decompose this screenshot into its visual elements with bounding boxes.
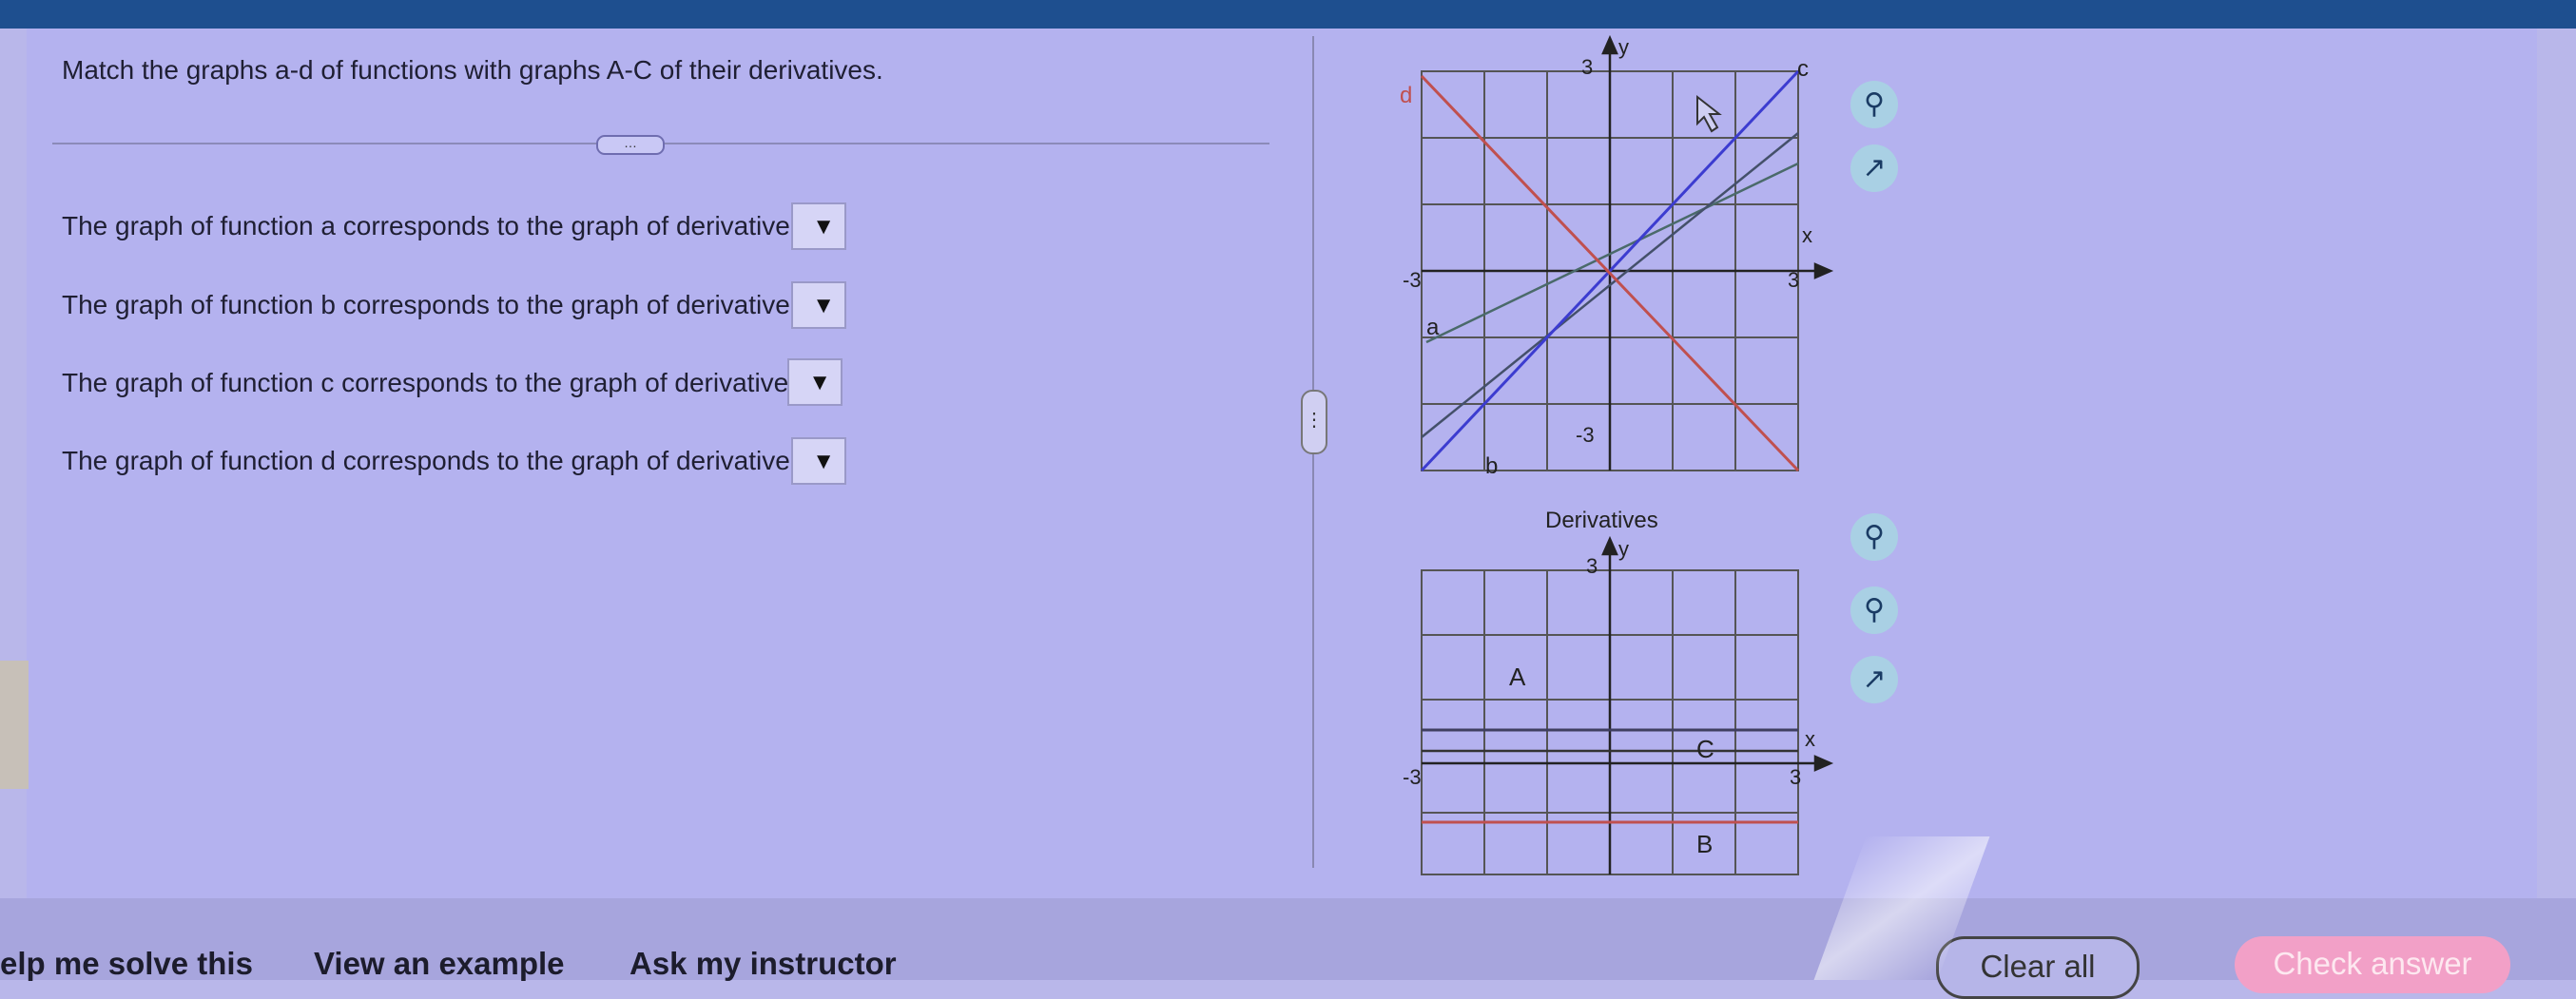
derivatives-axes xyxy=(1422,535,1834,874)
left-edge-strip xyxy=(0,661,29,789)
curve-label-a: a xyxy=(1426,315,1440,340)
derivative-label-B: B xyxy=(1696,830,1713,858)
zoom-out-icon[interactable]: ⚲ xyxy=(1850,586,1898,634)
popout-icon[interactable]: ↗ xyxy=(1850,144,1898,192)
view-example-link[interactable]: View an example xyxy=(314,946,565,982)
derivatives-y-top-tick: 3 xyxy=(1586,554,1598,578)
dropdown-d[interactable]: ▼ xyxy=(791,437,846,485)
functions-y-bottom-tick: -3 xyxy=(1576,423,1595,447)
derivatives-title: Derivatives xyxy=(1545,508,1658,533)
answer-row-b: The graph of function b corresponds to t… xyxy=(62,290,790,319)
answer-row-c: The graph of function c corresponds to t… xyxy=(62,368,789,397)
derivatives-x-left-tick: -3 xyxy=(1403,765,1422,789)
functions-y-top-tick: 3 xyxy=(1581,55,1593,79)
top-bar xyxy=(0,0,2576,29)
check-answer-button[interactable]: Check answer xyxy=(2235,936,2510,993)
question-instructions: Match the graphs a-d of functions with g… xyxy=(62,55,883,85)
zoom-in-icon[interactable]: ⚲ xyxy=(1850,513,1898,561)
cursor-icon xyxy=(1696,94,1722,133)
chevron-down-icon: ▼ xyxy=(812,214,835,240)
dropdown-c[interactable]: ▼ xyxy=(787,358,843,406)
curve-a xyxy=(1425,162,1799,344)
answer-row-d: The graph of function d corresponds to t… xyxy=(62,446,790,475)
chevron-down-icon: ▼ xyxy=(808,370,831,395)
zoom-out-icon[interactable]: ⚲ xyxy=(1850,81,1898,128)
functions-x-left-tick: -3 xyxy=(1403,268,1422,292)
curve-label-c: c xyxy=(1797,56,1809,82)
chevron-down-icon: ▼ xyxy=(812,293,835,318)
popout-icon[interactable]: ↗ xyxy=(1850,656,1898,703)
curve-label-d: d xyxy=(1400,83,1412,108)
more-button[interactable]: … xyxy=(596,135,665,155)
chevron-down-icon: ▼ xyxy=(812,449,835,474)
functions-y-label: y xyxy=(1618,35,1629,59)
resize-handle[interactable]: ⋮ xyxy=(1301,390,1327,454)
derivatives-x-label: x xyxy=(1805,727,1815,751)
derivatives-y-label: y xyxy=(1618,537,1629,561)
derivative-label-C: C xyxy=(1696,735,1714,763)
derivatives-x-right-tick: 3 xyxy=(1790,765,1801,789)
answer-row-a: The graph of function a corresponds to t… xyxy=(62,211,790,240)
functions-graph: y x 3 -3 -3 3 a b c d xyxy=(1400,34,1834,479)
functions-x-label: x xyxy=(1802,223,1812,247)
functions-x-right-tick: 3 xyxy=(1788,268,1799,292)
dropdown-b[interactable]: ▼ xyxy=(791,281,846,329)
clear-all-button[interactable]: Clear all xyxy=(1936,936,2140,999)
dropdown-a[interactable]: ▼ xyxy=(791,202,846,250)
derivatives-graph: Derivatives y x 3 -3 3 A C B xyxy=(1403,508,1834,875)
curve-label-b: b xyxy=(1485,453,1498,479)
derivative-label-A: A xyxy=(1509,663,1526,691)
help-me-solve-link[interactable]: elp me solve this xyxy=(0,946,253,982)
ask-instructor-link[interactable]: Ask my instructor xyxy=(629,946,897,982)
